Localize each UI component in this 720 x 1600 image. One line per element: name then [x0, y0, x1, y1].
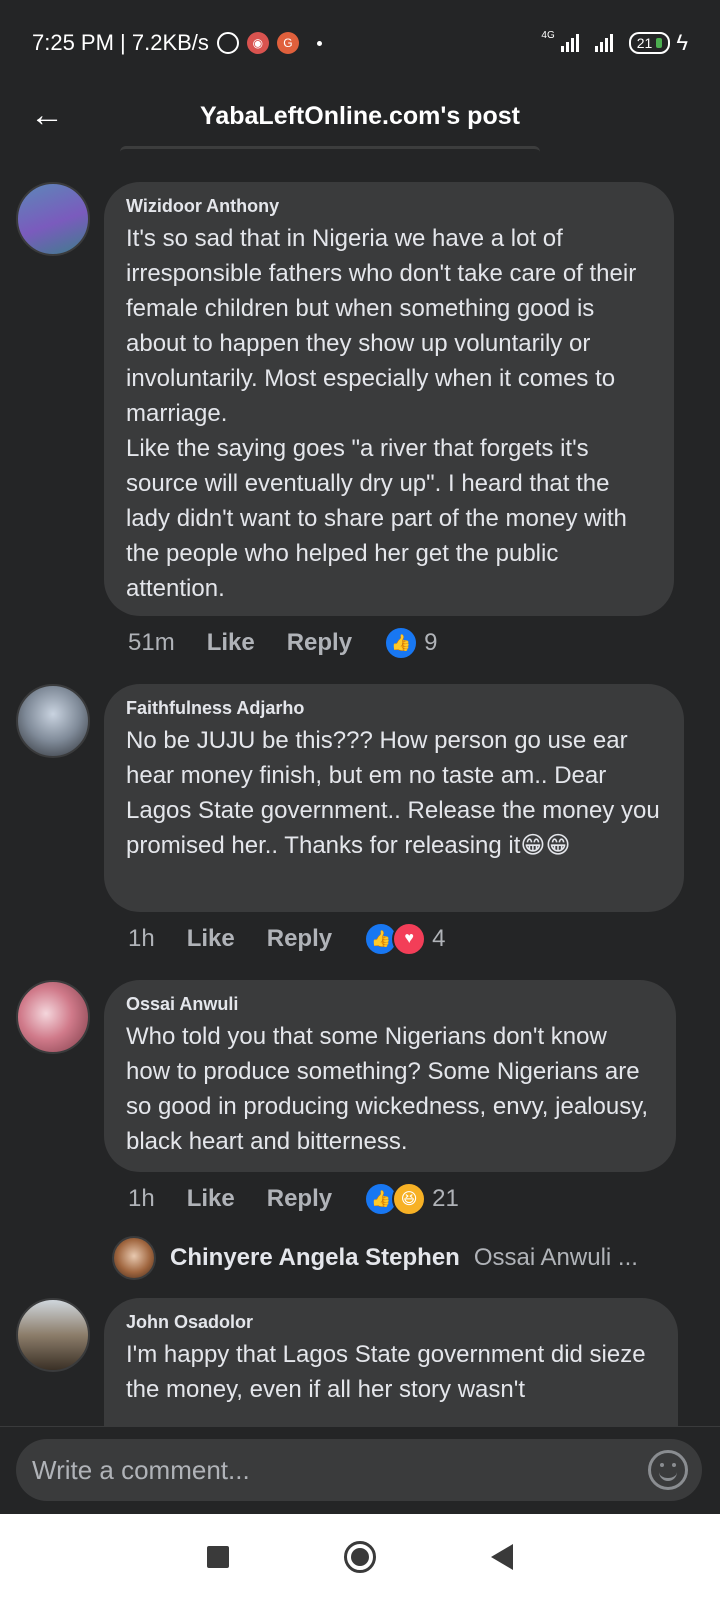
- haha-reaction-icon: 😆: [392, 1182, 427, 1216]
- comment-text: It's so sad that in Nigeria we have a lo…: [126, 225, 637, 602]
- comment-time: 1h: [128, 1185, 155, 1212]
- recents-square-icon[interactable]: [207, 1546, 230, 1568]
- comment-bubble[interactable]: Faithfulness Adjarho No be JUJU be this?…: [104, 684, 684, 912]
- alarm-icon: [216, 32, 239, 54]
- reply-button[interactable]: Reply: [267, 1185, 332, 1213]
- comment-bubble[interactable]: Wizidoor Anthony It's so sad that in Nig…: [104, 182, 674, 616]
- avatar[interactable]: [16, 980, 90, 1054]
- avatar: [112, 1236, 156, 1280]
- avatar[interactable]: [16, 1298, 90, 1372]
- reactions-summary[interactable]: 👍 ♥ 4: [364, 922, 445, 956]
- post-header: ← YabaLeftOnline.com's post: [0, 86, 720, 146]
- comment-text: No be JUJU be this??? How person go use …: [126, 727, 667, 859]
- comment-text: I'm happy that Lagos State government di…: [126, 1341, 653, 1403]
- status-right: 4G 21 ϟ: [541, 30, 688, 56]
- like-button[interactable]: Like: [207, 629, 255, 657]
- reply-button[interactable]: Reply: [287, 629, 352, 657]
- signal-icon: [560, 34, 579, 52]
- reply-snippet: Ossai Anwuli ...: [473, 1244, 638, 1271]
- comment-actions: 51m Like Reply 👍 9: [128, 626, 437, 660]
- comment-bubble[interactable]: John Osadolor I'm happy that Lagos State…: [104, 1298, 678, 1426]
- reply-author: Chinyere Angela Stephen: [170, 1244, 460, 1271]
- composer-field[interactable]: [16, 1439, 702, 1501]
- signal-icon: [594, 34, 613, 52]
- battery-level: 21: [636, 35, 653, 51]
- comment-actions: 1h Like Reply 👍 😆 21: [128, 1182, 459, 1216]
- like-reaction-icon: 👍: [384, 626, 419, 660]
- comments-list: Wizidoor Anthony It's so sad that in Nig…: [0, 146, 720, 1426]
- reaction-count: 9: [424, 629, 438, 656]
- app-notification-icon: ◉: [246, 32, 269, 54]
- status-bar: 7:25 PM | 7.2KB/s ◉ G 4G 21 ϟ: [0, 0, 720, 86]
- comment-author[interactable]: Ossai Anwuli: [126, 994, 654, 1015]
- reactions-summary[interactable]: 👍 😆 21: [364, 1182, 459, 1216]
- back-triangle-icon[interactable]: [490, 1544, 513, 1570]
- avatar[interactable]: [16, 684, 90, 758]
- comment-author[interactable]: John Osadolor: [126, 1312, 656, 1333]
- reply-preview[interactable]: Chinyere Angela Stephen Ossai Anwuli ...: [112, 1236, 638, 1280]
- comment-time: 1h: [128, 925, 155, 952]
- reaction-count: 21: [432, 1185, 459, 1212]
- comment-composer: [0, 1426, 720, 1515]
- charging-icon: ϟ: [676, 30, 688, 55]
- avatar[interactable]: [16, 182, 90, 256]
- comment-input[interactable]: [30, 1453, 648, 1487]
- status-time: 7:25 PM | 7.2KB/s: [32, 30, 209, 55]
- emoji-icon[interactable]: [648, 1450, 688, 1490]
- home-circle-icon[interactable]: [343, 1541, 376, 1573]
- cut-off-previous-comment: [120, 146, 540, 163]
- more-notifications-icon: [316, 40, 322, 46]
- reactions-summary[interactable]: 👍 9: [384, 626, 437, 660]
- system-nav-bar: [0, 1514, 720, 1600]
- status-left: 7:25 PM | 7.2KB/s ◉ G: [32, 30, 322, 56]
- comment-author[interactable]: Faithfulness Adjarho: [126, 698, 662, 719]
- like-button[interactable]: Like: [187, 1185, 235, 1213]
- reaction-count: 4: [432, 925, 446, 952]
- comment-text: Who told you that some Nigerians don't k…: [126, 1023, 662, 1155]
- like-button[interactable]: Like: [187, 925, 235, 953]
- reply-button[interactable]: Reply: [267, 925, 332, 953]
- comment-bubble[interactable]: Ossai Anwuli Who told you that some Nige…: [104, 980, 676, 1172]
- comment-author[interactable]: Wizidoor Anthony: [126, 196, 652, 217]
- comment-actions: 1h Like Reply 👍 ♥ 4: [128, 922, 445, 956]
- back-arrow-icon[interactable]: ←: [30, 96, 64, 135]
- love-reaction-icon: ♥: [392, 922, 427, 956]
- comment-time: 51m: [128, 629, 175, 656]
- page-title: YabaLeftOnline.com's post: [200, 101, 520, 130]
- battery-indicator: 21: [628, 32, 671, 54]
- network-type: 4G: [541, 30, 555, 41]
- app-notification-icon: G: [276, 32, 299, 54]
